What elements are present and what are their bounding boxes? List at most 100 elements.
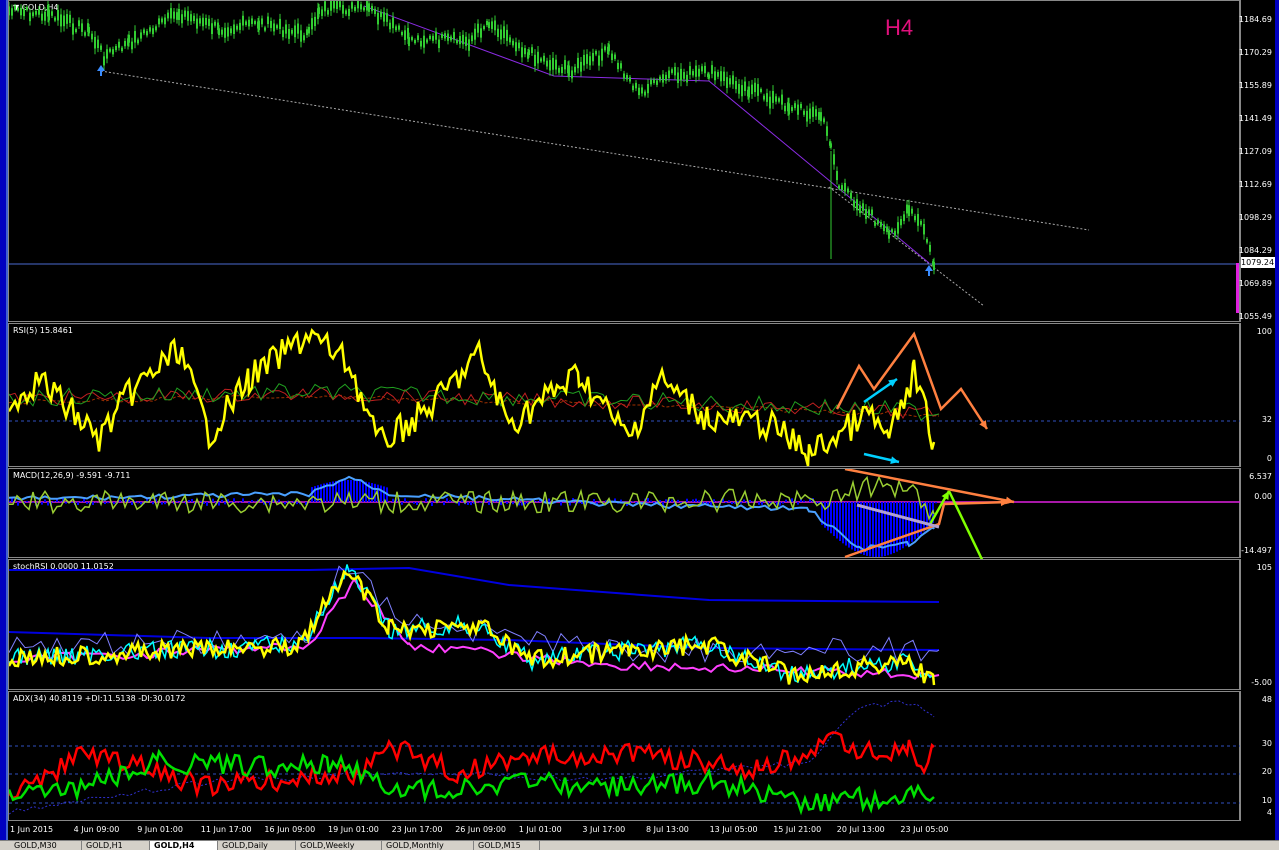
stochrsi-pane[interactable]: stochRSI 0.0000 11.0152	[8, 559, 1240, 690]
candle-body	[173, 11, 175, 19]
candle-body	[486, 20, 488, 26]
candle-body	[54, 17, 56, 21]
adx-level-4: 4	[1266, 808, 1272, 817]
price-chart-pane[interactable]: ▼ GOLD,H4 H4	[8, 0, 1241, 322]
candle-body	[288, 28, 290, 39]
candle-body	[285, 24, 287, 34]
candle-body	[641, 87, 643, 94]
candle-body	[741, 85, 743, 97]
price-axis-label: 1184.69	[1238, 15, 1272, 24]
candle-body	[32, 12, 34, 17]
candle-body	[336, 1, 338, 9]
candle-body	[115, 46, 117, 51]
candle-body	[555, 59, 557, 70]
adx-level-20: 20	[1261, 767, 1272, 776]
candle-body	[650, 79, 652, 85]
candle-body	[100, 45, 102, 50]
candle-body	[791, 107, 793, 111]
candle-body	[23, 9, 25, 17]
candle-body	[184, 10, 186, 17]
candle-body	[447, 33, 449, 41]
candle-body	[568, 65, 570, 76]
candle-body	[218, 28, 220, 36]
candle-body	[841, 185, 843, 190]
candle-body	[149, 27, 151, 32]
candle-body	[695, 65, 697, 77]
candle-body	[906, 204, 908, 214]
candle-body	[830, 143, 832, 148]
rsi-ma-green	[9, 383, 940, 422]
candle-body	[404, 30, 406, 41]
candle-body	[800, 103, 802, 109]
candle-body	[63, 15, 65, 27]
rsi-pane[interactable]: RSI(5) 15.8461	[8, 323, 1241, 467]
candle-body	[635, 82, 637, 89]
stoch-envelope	[9, 565, 940, 663]
candle-body	[714, 71, 716, 81]
candle-body	[668, 70, 670, 79]
time-axis-label: 1 Jun 2015	[10, 825, 54, 834]
adx-pane[interactable]: ADX(34) 40.8119 +DI:11.5138 -DI:30.0172	[8, 691, 1241, 821]
candle-body	[677, 72, 679, 84]
candle-body	[314, 16, 316, 27]
candle-body	[227, 27, 229, 37]
candle-body	[178, 8, 180, 20]
candle-body	[528, 49, 530, 56]
candle-body	[778, 98, 780, 102]
candle-body	[311, 18, 313, 30]
candle-body	[429, 35, 431, 39]
candle-body	[435, 31, 437, 40]
candle-body	[680, 68, 682, 81]
candle-body	[653, 79, 655, 83]
candle-body	[617, 62, 619, 70]
price-axis[interactable]: 1184.69 1170.29 1155.89 1141.49 1127.09 1112.…	[1238, 0, 1275, 322]
candle-body	[604, 46, 606, 51]
candle-body	[850, 192, 852, 199]
time-axis[interactable]: 1 Jun 2015 4 Jun 09:00 9 Jun 01:00 11 Jun 1…	[8, 820, 1240, 841]
candle-body	[720, 71, 722, 82]
candle-body	[614, 54, 616, 59]
time-axis-label: 3 Jul 17:00	[582, 825, 626, 834]
time-axis-label: 13 Jul 05:00	[709, 825, 758, 834]
candle-body	[477, 23, 479, 33]
candle-body	[823, 118, 825, 123]
candle-body	[674, 66, 676, 76]
candle-body	[923, 224, 925, 235]
adx-plus-di	[9, 748, 935, 816]
candle-body	[360, 4, 362, 10]
candle-body	[196, 18, 198, 29]
candle-body	[656, 80, 658, 85]
candle-body	[426, 39, 428, 43]
candle-body	[303, 35, 305, 41]
time-axis-label: 23 Jul 05:00	[900, 825, 949, 834]
time-axis-label: 23 Jun 17:00	[391, 825, 443, 834]
candle-body	[871, 209, 873, 216]
macd-pane[interactable]: MACD(12,26,9) -9.591 -9.711	[8, 468, 1241, 559]
candle-body	[408, 37, 410, 47]
candle-body	[245, 21, 247, 25]
candle-body	[689, 66, 691, 75]
candle-body	[483, 26, 485, 30]
candle-body	[411, 37, 413, 41]
candle-body	[629, 77, 631, 82]
candle-body	[812, 106, 814, 117]
candle-body	[766, 93, 768, 102]
candle-body	[886, 226, 888, 232]
candle-body	[97, 39, 99, 48]
candle-body	[270, 20, 272, 28]
candle-body	[589, 56, 591, 66]
candle-body	[146, 31, 148, 36]
candle-body	[512, 40, 514, 46]
candle-body	[531, 47, 533, 54]
candle-body	[623, 73, 625, 79]
candle-body	[561, 67, 563, 74]
candle-body	[844, 182, 846, 192]
candle-body	[549, 60, 551, 71]
candle-body	[57, 9, 59, 21]
candle-body	[131, 41, 133, 50]
rsi-canvas	[9, 328, 1241, 467]
adx-level-10: 10	[1261, 796, 1272, 805]
candle-body	[577, 57, 579, 69]
candle-body	[626, 74, 628, 80]
candle-body	[917, 214, 919, 226]
